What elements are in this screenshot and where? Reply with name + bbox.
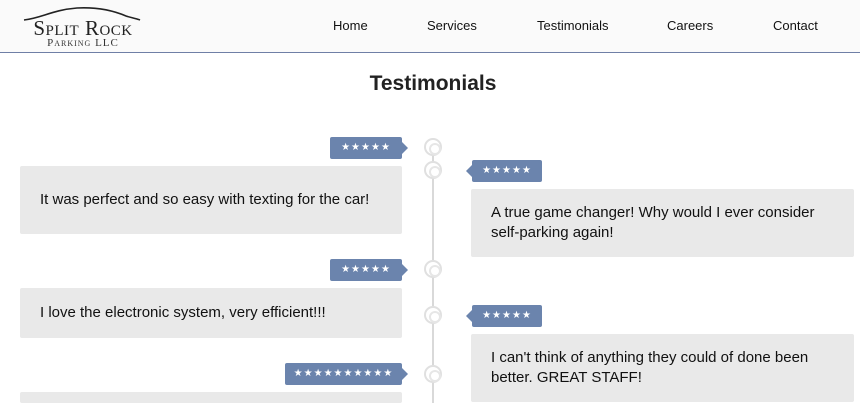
testimonial-card: It was perfect and so easy with texting … xyxy=(20,166,402,234)
testimonial-card: I love the electronic system, very effic… xyxy=(20,288,402,338)
badge-pointer xyxy=(402,368,408,380)
rating-badge: ★★★★★★★★★★ xyxy=(285,363,408,385)
nav-services[interactable]: Services xyxy=(427,18,477,33)
nav-testimonials[interactable]: Testimonials xyxy=(537,18,609,33)
badge-pointer xyxy=(466,310,472,322)
site-header: Split Rock Parking LLC Home Services Tes… xyxy=(0,0,860,53)
rating-badge: ★★★★★ xyxy=(330,259,408,281)
badge-pointer xyxy=(402,264,408,276)
rating-badge: ★★★★★ xyxy=(466,305,542,327)
rating-badge: ★★★★★ xyxy=(466,160,542,182)
brand-subtitle: Parking LLC xyxy=(47,37,119,49)
clock-icon xyxy=(424,365,442,383)
testimonial-text: I can't think of anything they could of … xyxy=(491,349,809,386)
star-rating: ★★★★★ xyxy=(472,160,542,182)
brand-logo[interactable]: Split Rock Parking LLC xyxy=(22,4,142,50)
page-title: Testimonials xyxy=(369,72,497,95)
star-rating: ★★★★★ xyxy=(472,305,542,327)
star-rating: ★★★★★ xyxy=(330,137,402,159)
star-rating: ★★★★★ xyxy=(330,259,402,281)
testimonial-text: I love the electronic system, very effic… xyxy=(40,304,326,321)
testimonial-text: A true game changer! Why would I ever co… xyxy=(491,204,815,241)
nav-home[interactable]: Home xyxy=(333,18,368,33)
nav-contact[interactable]: Contact xyxy=(773,18,818,33)
badge-pointer xyxy=(466,165,472,177)
rating-badge: ★★★★★ xyxy=(330,137,408,159)
star-rating: ★★★★★★★★★★ xyxy=(285,363,402,385)
clock-icon xyxy=(424,161,442,179)
clock-icon xyxy=(424,138,442,156)
badge-pointer xyxy=(402,142,408,154)
nav-careers[interactable]: Careers xyxy=(667,18,713,33)
clock-icon xyxy=(424,306,442,324)
testimonial-text: It was perfect and so easy with texting … xyxy=(40,191,370,208)
testimonial-card: I can't think of anything they could of … xyxy=(471,334,854,402)
clock-icon xyxy=(424,260,442,278)
testimonial-card xyxy=(20,392,402,403)
testimonial-card: A true game changer! Why would I ever co… xyxy=(471,189,854,257)
